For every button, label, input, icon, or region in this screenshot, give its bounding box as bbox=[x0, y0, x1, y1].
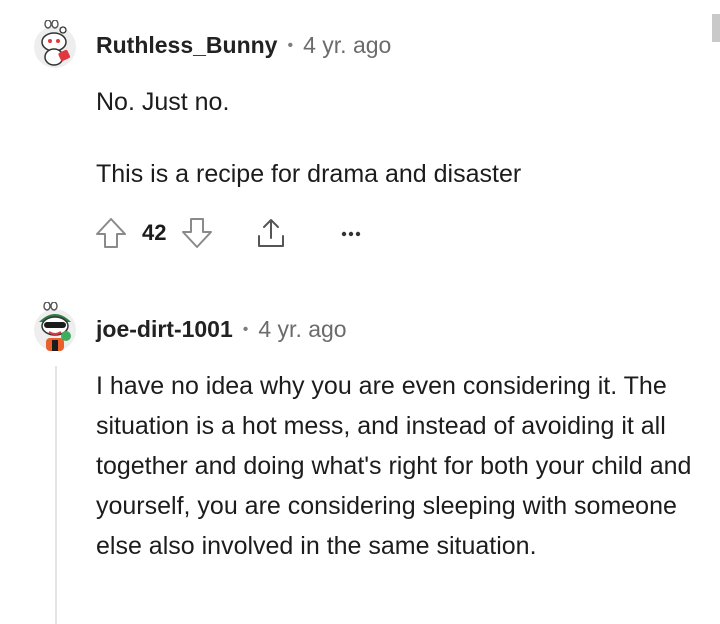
upvote-arrow-icon bbox=[96, 218, 126, 248]
comment-body: I have no idea why you are even consider… bbox=[96, 366, 696, 566]
meta-separator: • bbox=[242, 320, 249, 338]
comment-paragraph: I have no idea why you are even consider… bbox=[96, 372, 692, 560]
downvote-button[interactable] bbox=[180, 216, 214, 250]
username-link[interactable]: Ruthless_Bunny bbox=[96, 32, 277, 59]
meta-separator: • bbox=[287, 36, 294, 54]
comment-actions: 42 bbox=[94, 216, 364, 250]
comment-meta: Ruthless_Bunny • 4 yr. ago bbox=[96, 32, 391, 59]
more-options-button[interactable] bbox=[338, 220, 364, 246]
snoo-avatar-sunglasses-icon bbox=[34, 301, 76, 351]
username-link[interactable]: joe-dirt-1001 bbox=[96, 316, 233, 343]
comment-body: No. Just no. This is a recipe for drama … bbox=[96, 82, 696, 194]
user-avatar[interactable] bbox=[32, 301, 78, 351]
share-button[interactable] bbox=[254, 216, 288, 250]
snoo-avatar-bunny-icon bbox=[34, 19, 76, 68]
thread-line[interactable] bbox=[55, 366, 57, 624]
timestamp[interactable]: 4 yr. ago bbox=[258, 316, 346, 343]
user-avatar[interactable] bbox=[32, 19, 78, 68]
downvote-arrow-icon bbox=[182, 218, 213, 248]
upvote-button[interactable] bbox=[94, 216, 128, 250]
timestamp[interactable]: 4 yr. ago bbox=[303, 32, 391, 59]
scrollbar[interactable] bbox=[712, 14, 720, 42]
vote-count: 42 bbox=[142, 220, 167, 245]
more-options-icon bbox=[342, 231, 361, 237]
comment-meta: joe-dirt-1001 • 4 yr. ago bbox=[96, 316, 347, 343]
comment-paragraph: No. Just no. bbox=[96, 88, 230, 116]
comment-paragraph: This is a recipe for drama and disaster bbox=[96, 160, 522, 188]
share-icon bbox=[258, 219, 285, 247]
